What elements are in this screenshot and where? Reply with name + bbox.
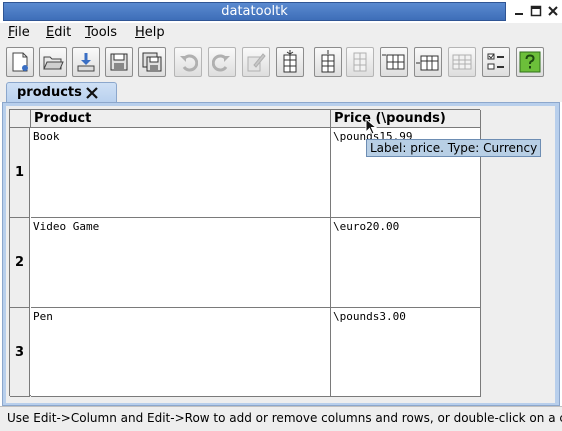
column-tooltip: Label: price. Type: Currency: [366, 139, 542, 157]
insert-row-button[interactable]: [414, 47, 442, 77]
edit-cell-icon: [247, 53, 266, 72]
row-header[interactable]: 1: [10, 128, 30, 218]
table-cell-price[interactable]: \euro20.00: [331, 218, 481, 308]
table-cell-product[interactable]: Book: [31, 128, 331, 218]
insert-column-button[interactable]: [314, 47, 342, 77]
append-column-icon: [283, 50, 297, 73]
redo-icon: [212, 54, 230, 72]
help-icon: [519, 51, 541, 73]
sort-button[interactable]: [482, 47, 510, 77]
mouse-cursor-icon: [365, 117, 378, 136]
row-header[interactable]: 3: [10, 308, 30, 397]
table-cell-product[interactable]: Video Game: [31, 218, 331, 308]
menu-help[interactable]: Help: [135, 25, 165, 40]
insert-column-icon: [321, 50, 335, 73]
column-header-product[interactable]: Product: [31, 110, 331, 128]
open-icon: [43, 56, 64, 70]
menu-edit[interactable]: Edit: [46, 25, 71, 40]
status-bar: Use Edit->Column and Edit->Row to add or…: [0, 406, 562, 431]
menu-bar: File Edit Tools Help: [0, 23, 562, 44]
new-button[interactable]: [6, 47, 34, 77]
window-title: datatooltk: [3, 2, 506, 21]
undo-button[interactable]: [174, 47, 202, 77]
save-icon: [110, 53, 128, 71]
tab-products[interactable]: products: [6, 82, 117, 103]
close-icon[interactable]: [545, 3, 561, 19]
new-icon: [12, 52, 28, 72]
import-icon: [77, 53, 95, 72]
remove-column-button[interactable]: [346, 47, 374, 77]
append-row-button[interactable]: [380, 47, 408, 77]
maximize-icon[interactable]: [528, 3, 544, 19]
column-header-price[interactable]: Price (\pounds): [331, 110, 481, 128]
remove-column-icon: [353, 52, 367, 72]
table-cell-price[interactable]: \pounds3.00: [331, 308, 481, 397]
menu-tools[interactable]: Tools: [85, 25, 117, 40]
edit-cell-button[interactable]: [242, 47, 270, 77]
save-as-button[interactable]: [138, 47, 166, 77]
tab-label: products: [17, 85, 82, 100]
row-header[interactable]: 2: [10, 218, 30, 308]
save-button[interactable]: [105, 47, 133, 77]
toolbar: [0, 44, 562, 80]
help-button[interactable]: [516, 47, 544, 77]
import-button[interactable]: [72, 47, 100, 77]
table-cell-product[interactable]: Pen: [31, 308, 331, 397]
tab-strip: products: [0, 80, 562, 103]
append-column-button[interactable]: [276, 47, 304, 77]
insert-row-icon: [416, 55, 439, 71]
title-bar: datatooltk: [0, 0, 562, 22]
minimize-icon[interactable]: [511, 3, 527, 19]
table-corner: [10, 110, 31, 128]
close-tab-icon[interactable]: [85, 86, 99, 100]
open-button[interactable]: [39, 47, 67, 77]
remove-row-icon: [452, 54, 472, 70]
menu-file[interactable]: File: [8, 25, 30, 40]
remove-row-button[interactable]: [448, 47, 476, 77]
redo-button[interactable]: [208, 47, 236, 77]
sort-icon: [487, 53, 504, 70]
undo-icon: [180, 54, 198, 72]
append-row-icon: [382, 54, 405, 70]
save-as-icon: [142, 52, 162, 72]
